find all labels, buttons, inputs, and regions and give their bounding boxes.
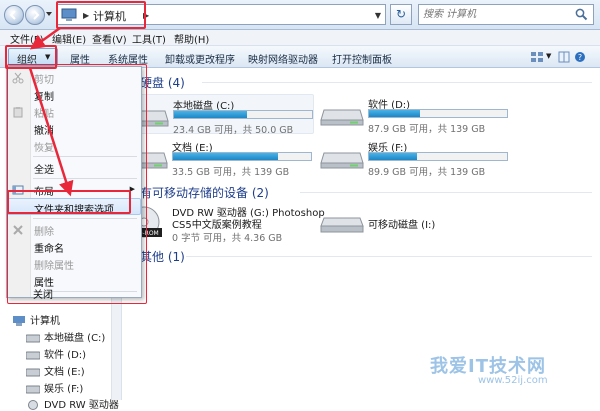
menu-bar: 文件(F) 编辑(E) 查看(V) 工具(T) 帮助(H): [0, 30, 600, 46]
drive-c-size: 23.4 GB 可用，共 50.0 GB: [173, 125, 294, 136]
nav-computer-label: 计算机: [30, 316, 60, 327]
nav-drive-e-label: 文档 (E:): [44, 367, 85, 378]
dvd-drive[interactable]: DVD-ROM DVD RW 驱动器 (G:) Photoshop CS5中文版…: [122, 202, 325, 244]
drive-c[interactable]: 本地磁盘 (C:) 23.4 GB 可用，共 50.0 GB: [122, 94, 314, 136]
drive-e-usage-bar: [172, 152, 312, 161]
uninstall-program-button[interactable]: 卸载或更改程序: [165, 51, 235, 66]
nav-drive-d-label: 软件 (D:): [44, 350, 87, 361]
hard-disk-icon: [320, 152, 364, 169]
preview-pane-icon[interactable]: [558, 51, 570, 63]
hard-disk-icon: [26, 368, 40, 377]
menu-tools[interactable]: 工具(T): [132, 31, 166, 46]
menu-edit[interactable]: 编辑(E): [52, 31, 86, 46]
menu-view[interactable]: 查看(V): [92, 31, 127, 46]
refresh-button[interactable]: ↻: [390, 4, 412, 25]
hard-disk-icon: [26, 351, 40, 360]
group-divider: [186, 256, 592, 257]
removable-disk-icon: [320, 217, 364, 233]
drive-f-size: 89.9 GB 可用，共 139 GB: [368, 167, 486, 178]
menu-help[interactable]: 帮助(H): [174, 31, 209, 46]
nav-drive-c[interactable]: 本地磁盘 (C:): [26, 329, 105, 344]
nav-drive-c-label: 本地磁盘 (C:): [44, 333, 106, 344]
nav-drive-f[interactable]: 娱乐 (F:): [26, 380, 83, 395]
back-button[interactable]: [4, 5, 24, 25]
drive-d[interactable]: 软件 (D:) 87.9 GB 可用，共 139 GB: [318, 94, 518, 135]
map-network-drive-button[interactable]: 映射网络驱动器: [248, 51, 318, 66]
removable-disk-i[interactable]: 可移动磁盘 (I:): [318, 202, 518, 242]
back-arrow-icon: [9, 10, 16, 20]
drive-e-usage-fill: [173, 153, 278, 160]
drive-d-usage-fill: [369, 110, 421, 117]
change-view-icon[interactable]: [530, 51, 544, 63]
dvd-drive-name-line2: CS5中文版案例教程: [172, 220, 262, 231]
group-divider: [300, 192, 592, 193]
menu-file[interactable]: 文件(F): [10, 31, 44, 46]
drive-f-usage-fill: [369, 153, 418, 160]
hard-disk-icon: [26, 334, 40, 343]
drive-d-size: 87.9 GB 可用，共 139 GB: [368, 124, 486, 135]
drive-e[interactable]: 文档 (E:) 33.5 GB 可用，共 139 GB: [122, 137, 314, 178]
open-control-panel-button[interactable]: 打开控制面板: [332, 51, 392, 66]
annotation-box-computer: [56, 1, 146, 29]
computer-icon: [13, 316, 25, 326]
watermark-url: www.52ij.com: [478, 375, 548, 386]
drive-c-usage-fill: [174, 111, 248, 118]
group-divider: [202, 82, 592, 83]
search-box[interactable]: [418, 4, 594, 25]
view-buttons: ▼ ?: [530, 49, 590, 65]
removable-disk-name: 可移动磁盘 (I:): [368, 220, 436, 231]
content-pane: 硬盘 (4) 本地磁盘 (C:) 23.4 GB 可用，共 50.0 GB 软件…: [122, 68, 600, 400]
nav-drive-d[interactable]: 软件 (D:): [26, 346, 86, 361]
drive-f[interactable]: 娱乐 (F:) 89.9 GB 可用，共 139 GB: [318, 137, 518, 178]
drive-d-usage-bar: [368, 109, 508, 118]
search-icon[interactable]: [575, 8, 588, 21]
nav-dvd-drive[interactable]: DVD RW 驱动器: [26, 396, 119, 411]
address-dropdown-icon[interactable]: ▼: [375, 11, 381, 20]
dvd-drive-icon: [28, 400, 38, 410]
annotation-box-menu: [7, 64, 147, 304]
recent-pages-chevron-down-icon[interactable]: [45, 10, 53, 18]
nav-drive-f-label: 娱乐 (F:): [44, 384, 84, 395]
hard-disk-icon: [320, 109, 364, 126]
nav-computer[interactable]: 计算机: [12, 312, 60, 327]
nav-drive-e[interactable]: 文档 (E:): [26, 363, 85, 378]
search-input[interactable]: [423, 7, 573, 22]
group-header-removable[interactable]: 有可移动存储的设备 (2): [140, 184, 269, 201]
forward-arrow-icon: [33, 10, 40, 20]
drive-c-usage-bar: [173, 110, 313, 119]
dvd-drive-size: 0 字节 可用，共 4.36 GB: [172, 233, 283, 244]
view-chevron-down-icon[interactable]: ▼: [546, 52, 551, 60]
help-icon[interactable]: ?: [574, 51, 586, 63]
forward-button[interactable]: [25, 5, 45, 25]
hard-disk-icon: [26, 385, 40, 394]
drive-e-size: 33.5 GB 可用，共 139 GB: [172, 167, 290, 178]
drive-f-usage-bar: [368, 152, 508, 161]
svg-text:?: ?: [578, 53, 582, 62]
nav-dvd-drive-label: DVD RW 驱动器: [44, 400, 119, 411]
